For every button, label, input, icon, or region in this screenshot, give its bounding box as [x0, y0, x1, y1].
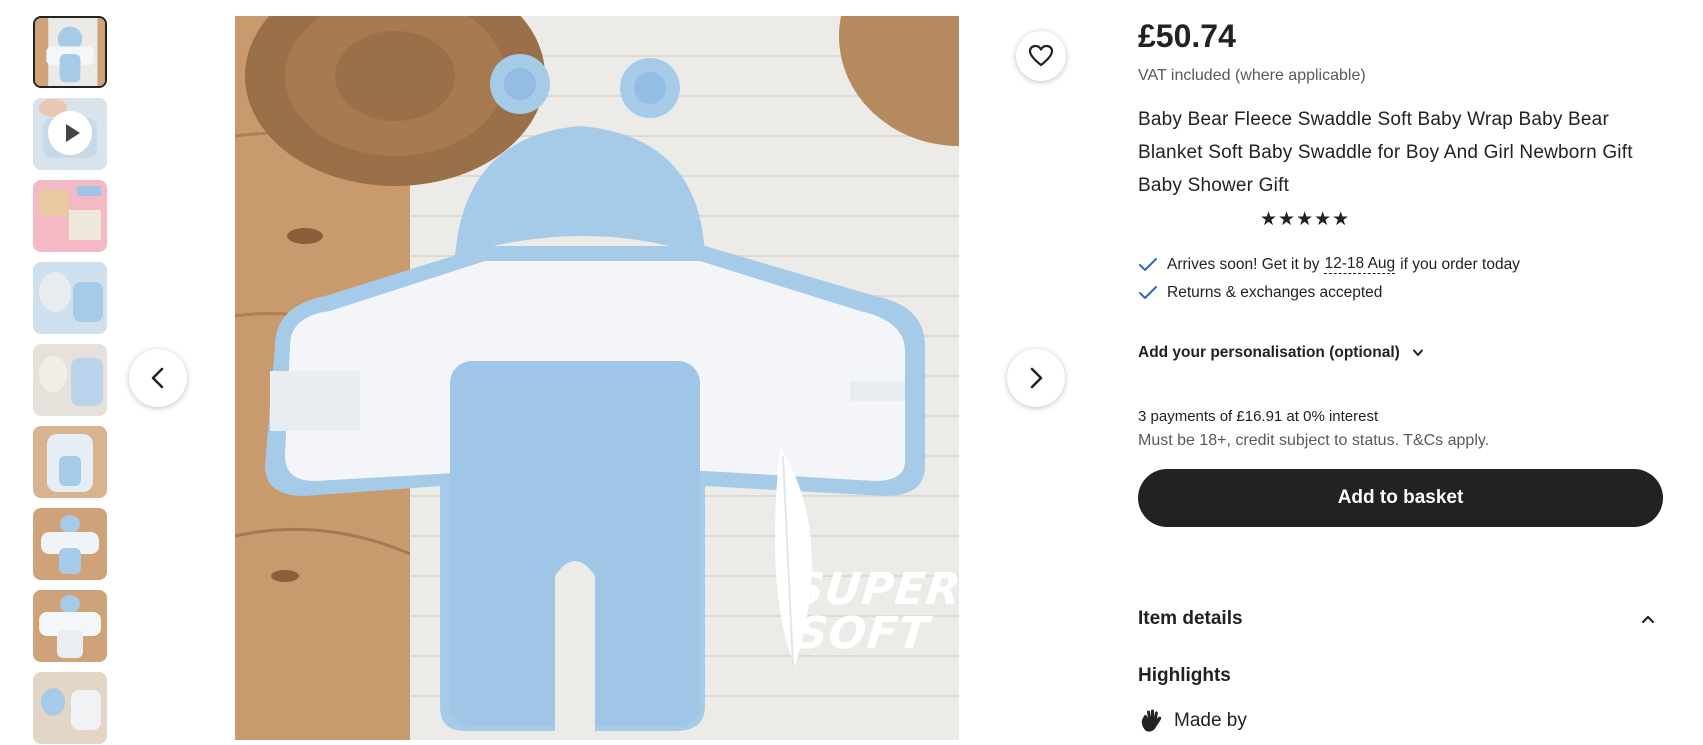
- thumbnail-1[interactable]: [33, 16, 107, 88]
- next-image-button[interactable]: [1007, 349, 1065, 407]
- returns-label: Returns & exchanges accepted: [1167, 284, 1383, 301]
- thumbnail-7-image: [33, 508, 107, 580]
- chevron-left-icon: [151, 367, 164, 389]
- personalisation-label: Add your personalisation (optional): [1138, 344, 1400, 361]
- arrival-dates[interactable]: 12-18 Aug: [1324, 255, 1396, 274]
- arrival-prefix: Arrives soon! Get it by: [1167, 255, 1320, 273]
- thumbnail-8-image: [33, 590, 107, 662]
- personalisation-toggle[interactable]: Add your personalisation (optional): [1138, 344, 1424, 362]
- favorite-button[interactable]: [1016, 31, 1066, 81]
- thumbnail-6[interactable]: [33, 426, 107, 498]
- thumbnail-4[interactable]: [33, 262, 107, 334]
- thumbnail-strip: [33, 16, 107, 745]
- thumbnail-9-image: [33, 672, 107, 744]
- previous-image-button[interactable]: [129, 349, 187, 407]
- super-soft-watermark: SUPER SOFT: [785, 564, 964, 659]
- play-icon: [48, 111, 92, 155]
- check-icon: [1139, 286, 1157, 299]
- price: £50.74: [1138, 18, 1236, 54]
- chevron-up-icon: [1641, 615, 1655, 624]
- installment-info: 3 payments of £16.91 at 0% interest: [1138, 408, 1379, 425]
- arrival-suffix: if you order today: [1400, 255, 1520, 273]
- item-details-toggle[interactable]: Item details: [1138, 608, 1663, 630]
- thumbnail-8[interactable]: [33, 590, 107, 662]
- thumbnail-7[interactable]: [33, 508, 107, 580]
- made-by-label: Made by: [1174, 710, 1247, 731]
- arrival-estimate: Arrives soon! Get it by 12-18 Aug if you…: [1138, 255, 1520, 274]
- chevron-down-icon: [1412, 349, 1423, 356]
- thumbnail-9[interactable]: [33, 672, 107, 744]
- thumbnail-3-image: [33, 180, 107, 252]
- thumbnail-5-image: [33, 344, 107, 416]
- heart-icon: [1028, 44, 1054, 67]
- thumbnail-1-image: [35, 18, 105, 86]
- watermark-line-2: SOFT: [793, 608, 932, 659]
- thumbnail-2-video[interactable]: [33, 98, 107, 170]
- chevron-right-icon: [1030, 367, 1043, 389]
- vat-note: VAT included (where applicable): [1138, 67, 1366, 84]
- rating-stars[interactable]: ★★★★★: [1260, 208, 1350, 231]
- credit-terms: Must be 18+, credit subject to status. T…: [1138, 432, 1490, 449]
- watermark-line-1: SUPER: [789, 564, 964, 615]
- thumbnail-4-image: [33, 262, 107, 334]
- item-details-heading: Item details: [1138, 608, 1243, 629]
- highlights-heading: Highlights: [1138, 665, 1231, 686]
- thumbnail-6-image: [33, 426, 107, 498]
- hand-icon: [1141, 709, 1162, 732]
- check-icon: [1139, 257, 1157, 271]
- made-by-row: Made by: [1138, 708, 1247, 734]
- returns-policy: Returns & exchanges accepted: [1138, 284, 1382, 302]
- add-to-basket-button[interactable]: Add to basket: [1138, 469, 1663, 527]
- thumbnail-3[interactable]: [33, 180, 107, 252]
- product-title: Baby Bear Fleece Swaddle Soft Baby Wrap …: [1138, 109, 1633, 196]
- thumbnail-5[interactable]: [33, 344, 107, 416]
